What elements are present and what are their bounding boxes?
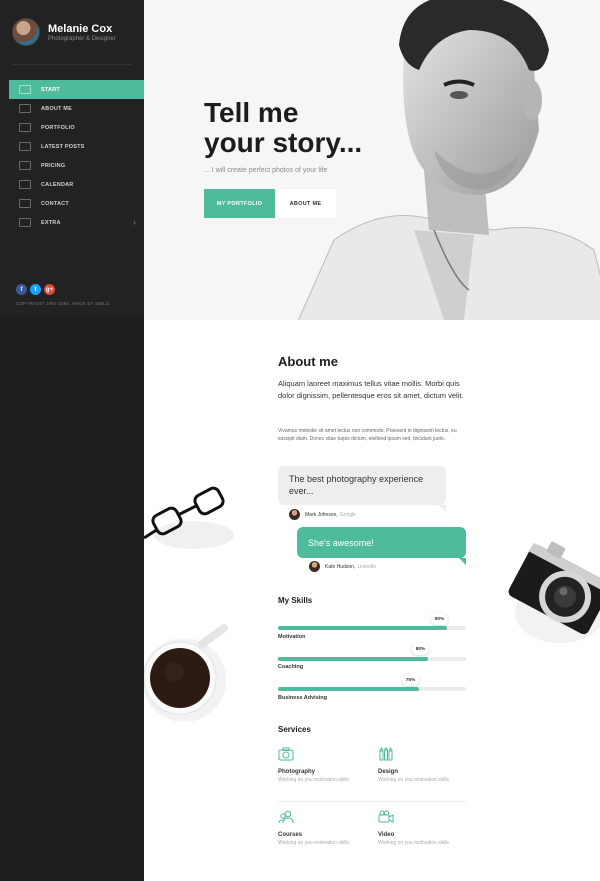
sidebar-item-label: EXTRA [41, 219, 61, 226]
skill-bar [278, 657, 466, 661]
author-org: LinkedIn [357, 563, 377, 570]
skill-label: Motivation [278, 634, 306, 640]
about-body: Vivamus molestie sit amet lectus non com… [278, 428, 457, 442]
service-design[interactable]: Design Working on you motivation skills [378, 746, 468, 783]
service-desc: Working on you motivation skills [278, 777, 350, 783]
skill-percent-badge: 90% [431, 613, 448, 625]
service-desc: Working on you motivation skills [378, 777, 450, 783]
sidebar-item-label: START [41, 86, 60, 93]
sidebar-item-about-me[interactable]: ABOUT ME [9, 99, 146, 118]
sidebar-item-label: CONTACT [41, 200, 69, 207]
testimonial-author: Mark Johnson, Google [289, 509, 356, 520]
service-name: Design [378, 769, 399, 775]
sidebar-item-contact[interactable]: CONTACT [9, 194, 146, 213]
skill-percent-badge: 75% [402, 674, 419, 686]
sidebar-item-start[interactable]: START [9, 80, 146, 99]
divider [12, 64, 132, 65]
service-photography[interactable]: Photography Working on you motivation sk… [278, 747, 368, 783]
chat-icon [19, 104, 31, 113]
hero-title-line-2: your story... [204, 127, 363, 158]
video-camera-icon [378, 810, 394, 823]
google-plus-icon[interactable]: g+ [44, 284, 55, 295]
glasses-image [144, 486, 234, 549]
service-desc: Working on you motivation skills [278, 840, 350, 846]
copyright: COPYRIGHT 1991-2084. MADE BY SIBLO. [16, 301, 111, 306]
service-name: Courses [278, 832, 303, 838]
social-links: f t g+ [16, 284, 55, 295]
camera-icon [278, 747, 294, 761]
service-video[interactable]: Video Working on you motivation skills [378, 810, 468, 846]
heart-icon [19, 218, 31, 227]
about-me-button[interactable]: ABOUT ME [275, 189, 336, 218]
about-lead: Aliquam laoreet maximus tellus vitae mol… [278, 379, 464, 400]
hero-subtitle: ... I will create perfect photos of your… [204, 167, 328, 174]
skill-label: Coaching [278, 664, 304, 670]
service-name: Video [378, 832, 395, 838]
hero: Tell me your story... ... I will create … [144, 0, 600, 320]
service-desc: Working on you motivation skills [378, 840, 450, 846]
chevron-right-icon: › [133, 218, 136, 227]
avatar[interactable] [12, 18, 40, 46]
hero-portrait-image [297, 0, 600, 320]
skill-bar-fill [278, 687, 419, 691]
avatar [309, 561, 320, 572]
hero-title: Tell me your story... [204, 98, 362, 158]
author-name: Kate Hudson, [325, 563, 356, 570]
sidebar-nav: START ABOUT ME PORTFOLIO LATEST POSTS PR… [9, 80, 146, 232]
sidebar-top: Melanie Cox Photographer & Designer STAR… [0, 0, 146, 318]
sidebar-item-calendar[interactable]: CALENDAR [9, 175, 146, 194]
sidebar-item-label: LATEST POSTS [41, 143, 85, 150]
skill-percent-badge: 80% [412, 643, 429, 655]
testimonial-bubble: The best photography experience ever... [278, 466, 446, 512]
skill-bar [278, 687, 466, 691]
home-icon [19, 85, 31, 94]
testimonial-author: Kate Hudson, LinkedIn [309, 561, 376, 572]
sidebar-item-label: CALENDAR [41, 181, 74, 188]
hero-title-line-1: Tell me [204, 97, 299, 128]
monitor-icon [19, 123, 31, 132]
skill-bar [278, 626, 466, 630]
coffee-cup-image [144, 624, 228, 722]
author-org: Google [339, 511, 356, 518]
twitter-icon[interactable]: t [30, 284, 41, 295]
sidebar-item-label: ABOUT ME [41, 105, 72, 112]
pencils-icon [379, 746, 393, 761]
sidebar-item-pricing[interactable]: PRICING [9, 156, 146, 175]
service-courses[interactable]: Courses Working on you motivation skills [278, 810, 368, 846]
profile-role: Photographer & Designer [48, 35, 116, 42]
services-title: Services [278, 725, 311, 734]
profile: Melanie Cox Photographer & Designer [12, 18, 116, 46]
sidebar-item-latest-posts[interactable]: LATEST POSTS [9, 137, 146, 156]
envelope-icon [19, 199, 31, 208]
skills-title: My Skills [278, 596, 313, 605]
avatar [289, 509, 300, 520]
calendar-icon [19, 180, 31, 189]
sidebar-item-label: PRICING [41, 162, 66, 169]
people-icon [278, 810, 294, 824]
divider [278, 801, 466, 802]
facebook-icon[interactable]: f [16, 284, 27, 295]
author-name: Mark Johnson, [305, 511, 338, 518]
about-title: About me [278, 354, 338, 369]
sidebar-item-label: PORTFOLIO [41, 124, 75, 131]
skill-bar-fill [278, 626, 448, 630]
profile-name: Melanie Cox [48, 22, 113, 35]
sidebar-item-portfolio[interactable]: PORTFOLIO [9, 118, 146, 137]
pen-icon [19, 142, 31, 151]
skill-bar-fill [278, 657, 429, 661]
sidebar-item-extra[interactable]: EXTRA › [9, 213, 146, 232]
sidebar: Melanie Cox Photographer & Designer STAR… [0, 0, 146, 881]
camera-image [508, 541, 600, 643]
tag-icon [19, 161, 31, 170]
my-portfolio-button[interactable]: MY PORTFOLIO [204, 189, 275, 218]
skill-label: Business Advising [278, 695, 328, 701]
service-name: Photography [278, 769, 315, 775]
testimonial-bubble: She's awesome! [297, 527, 466, 565]
